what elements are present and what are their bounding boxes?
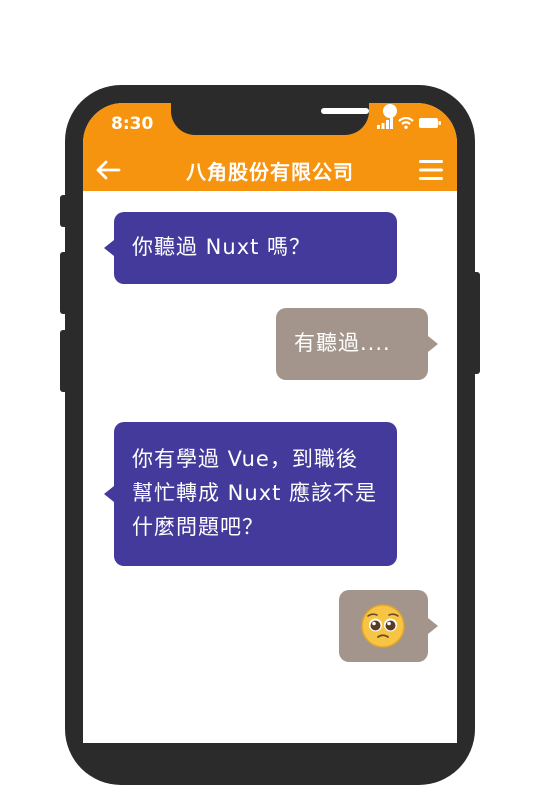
- menu-icon[interactable]: [419, 160, 443, 180]
- app-header: 8:30 八角股份有限公司: [83, 103, 457, 191]
- signal-icon: [377, 117, 393, 129]
- status-icons: [377, 117, 441, 129]
- message-bubble-sent: [339, 590, 438, 662]
- phone-notch: [171, 103, 397, 135]
- wifi-icon: [398, 117, 414, 129]
- status-time: 8:30: [111, 114, 154, 134]
- chat-title: 八角股份有限公司: [186, 160, 354, 184]
- camera-dot: [383, 104, 397, 118]
- message-bubble-sent: 有聽過....: [276, 308, 438, 380]
- speaker-grille: [321, 108, 369, 114]
- message-bubble-received: 你有學過 Vue，到職後幫忙轉成 Nuxt 應該不是什麼問題吧？: [104, 422, 397, 566]
- pleading-face-emoji-icon: [361, 604, 405, 648]
- message-text: 你有學過 Vue，到職後幫忙轉成 Nuxt 應該不是什麼問題吧？: [132, 447, 378, 539]
- message-text: 有聽過....: [294, 331, 391, 355]
- message-text: 你聽過 Nuxt 嗎？: [132, 235, 312, 259]
- message-bubble-received: 你聽過 Nuxt 嗎？: [104, 212, 397, 284]
- battery-icon: [419, 118, 441, 128]
